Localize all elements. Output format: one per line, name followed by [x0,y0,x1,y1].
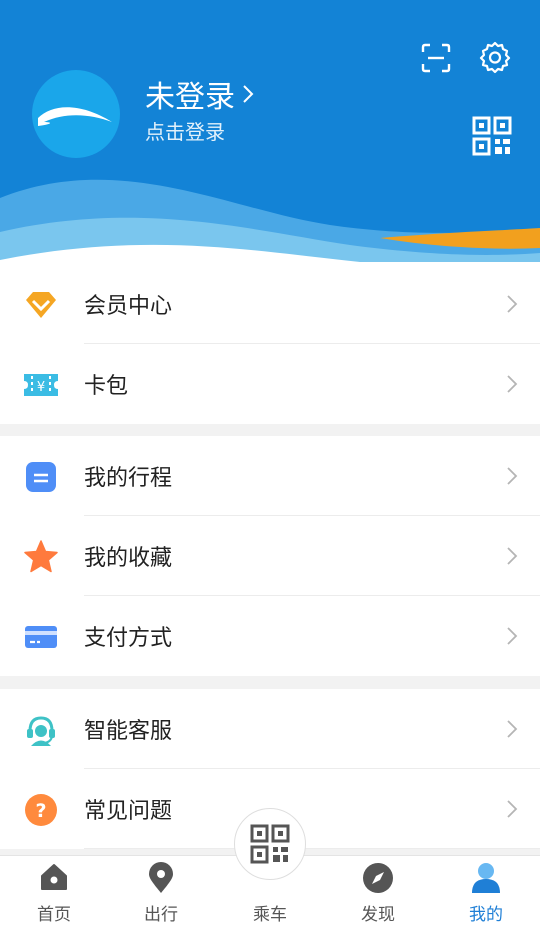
menu-item-card-wallet[interactable]: ¥ 卡包 [0,344,540,424]
location-pin-icon [149,862,173,893]
tab-label: 乘车 [253,905,287,925]
tab-label: 出行 [144,905,178,925]
menu-group-trips: 我的行程 我的收藏 支付方式 [0,436,540,676]
tab-label: 首页 [37,905,71,925]
tab-label: 我的 [469,905,503,925]
scan-icon[interactable] [420,42,452,78]
svg-text:¥: ¥ [37,380,45,395]
itinerary-icon [24,460,58,494]
compass-icon [363,863,393,893]
menu-item-payment-methods[interactable]: 支付方式 [0,596,540,676]
tab-home[interactable]: 首页 [24,856,84,925]
chevron-right-icon [507,720,518,738]
chevron-right-icon [507,375,518,393]
card-icon [24,620,58,654]
profile-header: 未登录 点击登录 [0,0,540,270]
ride-qr-button[interactable] [234,808,306,880]
menu-item-favorites[interactable]: 我的收藏 [0,516,540,596]
menu-label: 会员中心 [84,294,173,319]
tab-mine[interactable]: 我的 [456,856,516,925]
login-status-link[interactable]: 未登录 [145,72,255,116]
question-icon: ? [24,793,58,827]
divider [84,848,540,849]
qr-code-icon [250,824,290,864]
menu-label: 常见问题 [84,799,173,824]
menu-label: 智能客服 [84,719,173,744]
menu-group-member: 会员中心 ¥ 卡包 [0,264,540,424]
chevron-right-icon [507,800,518,818]
home-icon [41,864,67,890]
chevron-right-icon [243,85,254,103]
tab-discover[interactable]: 发现 [348,856,408,925]
menu-label: 卡包 [84,374,129,399]
chevron-right-icon [507,547,518,565]
menu-item-customer-service[interactable]: 智能客服 [0,689,540,769]
headset-icon [24,713,58,747]
tab-travel[interactable]: 出行 [131,856,191,925]
menu-label: 支付方式 [84,626,173,651]
chevron-right-icon [507,295,518,313]
login-hint[interactable]: 点击登录 [145,116,225,145]
chevron-right-icon [507,627,518,645]
ticket-icon: ¥ [24,368,58,402]
profile-icon [472,863,500,893]
svg-text:?: ? [35,800,46,822]
menu-label: 我的行程 [84,466,173,491]
star-icon [24,540,58,574]
menu-label: 我的收藏 [84,546,173,571]
qr-code-icon[interactable] [472,116,512,160]
menu-item-my-trips[interactable]: 我的行程 [0,436,540,516]
user-name: 未登录 [145,80,235,115]
avatar[interactable] [32,70,120,158]
diamond-icon [24,288,58,322]
settings-icon[interactable] [478,40,512,78]
menu-item-member-center[interactable]: 会员中心 [0,264,540,344]
tab-label: 发现 [361,905,395,925]
chevron-right-icon [507,467,518,485]
